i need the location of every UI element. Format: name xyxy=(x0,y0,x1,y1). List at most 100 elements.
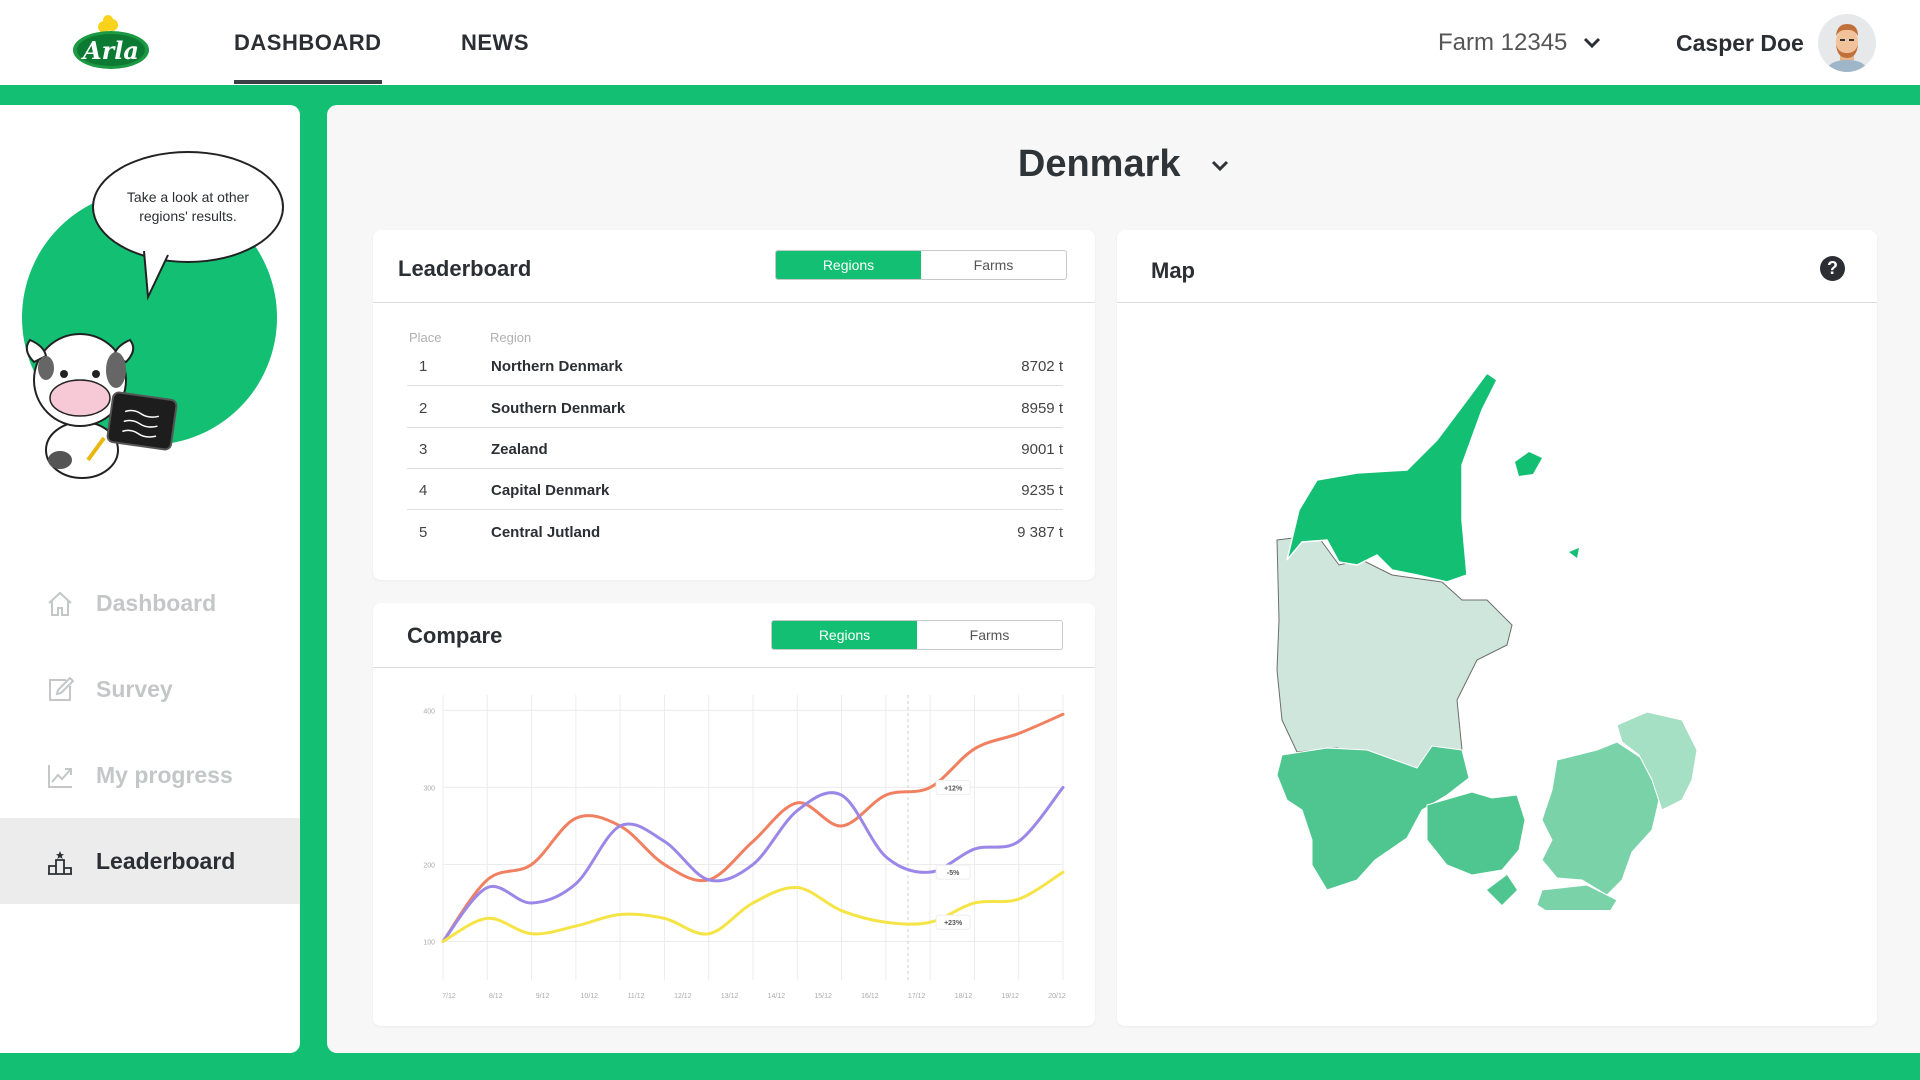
farm-select-label: Farm 12345 xyxy=(1438,29,1568,56)
x-tick-label: 7/12 xyxy=(442,993,456,1000)
toggle-farms[interactable]: Farms xyxy=(921,251,1066,279)
region: Central Jutland xyxy=(491,523,601,541)
podium-icon xyxy=(48,851,72,875)
x-tick-label: 20/12 xyxy=(1048,993,1066,1000)
row-divider xyxy=(407,509,1063,510)
annotation-label: +12% xyxy=(944,785,963,792)
x-tick-label: 12/12 xyxy=(674,993,692,1000)
region: Zealand xyxy=(491,440,548,458)
denmark-map xyxy=(1276,371,1698,910)
place: 2 xyxy=(419,399,428,417)
x-tick-label: 14/12 xyxy=(768,993,786,1000)
value: 9001 t xyxy=(1021,440,1063,458)
country-select[interactable]: Denmark xyxy=(327,143,1920,186)
map-region-zealand[interactable] xyxy=(1541,741,1660,896)
sidebar-item-survey[interactable]: Survey xyxy=(0,646,300,732)
nav-news[interactable]: NEWS xyxy=(461,30,529,56)
country-label: Denmark xyxy=(1017,143,1181,185)
leaderboard-title: Leaderboard xyxy=(398,256,532,281)
sidebar-item-leaderboard[interactable]: Leaderboard xyxy=(0,818,300,904)
sidebar-item-label: My progress xyxy=(96,761,233,788)
x-tick-label: 10/12 xyxy=(581,993,599,1000)
compare-card: Compare Regions Farms 400 300 200 100 7/12 8/… xyxy=(373,603,1095,1026)
trend-icon xyxy=(48,765,72,788)
compare-toggle: Regions Farms xyxy=(771,620,1063,650)
map-island-bornholm-hint[interactable] xyxy=(1487,875,1517,905)
avatar[interactable] xyxy=(1818,14,1876,72)
row-divider xyxy=(407,468,1063,469)
leaderboard-card: Leaderboard Regions Farms Place Region 1… xyxy=(373,230,1095,580)
compare-line-chart: 400 300 200 100 7/12 8/12 9/12 10/12 11/12 12/12 1… xyxy=(423,695,1066,1000)
sidebar-item-dashboard[interactable]: Dashboard xyxy=(0,560,300,646)
main-panel: Denmark Leaderboard Regions Farms Place … xyxy=(327,105,1920,1053)
arla-logo[interactable]: Arla xyxy=(71,15,151,71)
nav-dashboard[interactable]: DASHBOARD xyxy=(234,30,382,84)
speech-bubble: Take a look at other regions' results. xyxy=(92,151,284,263)
table-row[interactable]: 4 Capital Denmark 9235 t xyxy=(407,470,1063,510)
table-row[interactable]: 2 Southern Denmark 8959 t xyxy=(407,388,1063,428)
annotation-label: +23% xyxy=(944,920,963,927)
speech-bubble-text: Take a look at other regions' results. xyxy=(126,189,250,224)
compare-title: Compare xyxy=(407,623,503,648)
home-icon xyxy=(48,591,72,616)
divider xyxy=(1117,302,1877,303)
row-divider xyxy=(407,427,1063,428)
table-row[interactable]: 1 Northern Denmark 8702 t xyxy=(407,346,1063,386)
user-name[interactable]: Casper Doe xyxy=(1676,30,1804,57)
place: 4 xyxy=(419,481,428,499)
column-header-place: Place xyxy=(409,330,442,345)
sidebar-item-label: Leaderboard xyxy=(96,847,236,874)
toggle-regions[interactable]: Regions xyxy=(772,621,917,649)
place: 5 xyxy=(419,523,428,541)
divider xyxy=(373,302,1095,303)
region: Capital Denmark xyxy=(491,481,610,499)
y-tick-label: 400 xyxy=(423,708,435,715)
help-icon[interactable]: ? xyxy=(1820,256,1845,281)
x-tick-label: 8/12 xyxy=(489,993,503,1000)
x-tick-label: 15/12 xyxy=(814,993,832,1000)
value: 8702 t xyxy=(1021,357,1063,375)
row-divider xyxy=(407,385,1063,386)
x-tick-label: 17/12 xyxy=(908,993,926,1000)
speech-bubble-tail xyxy=(143,251,169,301)
x-tick-label: 19/12 xyxy=(1001,993,1019,1000)
y-tick-label: 200 xyxy=(423,862,435,869)
leaderboard-toggle: Regions Farms xyxy=(775,250,1067,280)
map-island-anholt[interactable] xyxy=(1569,548,1579,558)
x-tick-label: 16/12 xyxy=(861,993,879,1000)
value: 9 387 t xyxy=(1017,523,1063,541)
chevron-down-icon xyxy=(1212,160,1229,172)
divider xyxy=(373,667,1095,668)
edit-icon xyxy=(49,676,74,701)
place: 1 xyxy=(419,357,428,375)
region: Southern Denmark xyxy=(491,399,626,417)
x-tick-label: 13/12 xyxy=(721,993,739,1000)
toggle-farms[interactable]: Farms xyxy=(917,621,1062,649)
sidebar-item-my-progress[interactable]: My progress xyxy=(0,732,300,818)
x-tick-label: 9/12 xyxy=(536,993,550,1000)
value: 8959 t xyxy=(1021,399,1063,417)
sidebar-item-label: Survey xyxy=(96,675,173,702)
map-island-funen[interactable] xyxy=(1426,791,1526,876)
sidebar-item-label: Dashboard xyxy=(96,589,217,616)
annotation-label: -5% xyxy=(947,870,960,877)
toggle-regions[interactable]: Regions xyxy=(776,251,921,279)
table-row[interactable]: 5 Central Jutland 9 387 t xyxy=(407,512,1063,552)
y-tick-label: 300 xyxy=(423,785,435,792)
column-header-region: Region xyxy=(490,330,532,345)
sidebar: Take a look at other regions' results. D… xyxy=(0,105,300,1053)
cow-mascot-illustration xyxy=(25,333,178,479)
map-island-laeso[interactable] xyxy=(1515,452,1542,476)
farm-select[interactable]: Farm 12345 xyxy=(1438,29,1601,57)
chevron-down-icon xyxy=(1584,37,1601,49)
x-tick-label: 18/12 xyxy=(955,993,973,1000)
region: Northern Denmark xyxy=(491,357,623,375)
svg-text:Arla: Arla xyxy=(81,36,139,65)
place: 3 xyxy=(419,440,428,458)
value: 9235 t xyxy=(1021,481,1063,499)
x-tick-label: 11/12 xyxy=(628,993,645,1000)
table-row[interactable]: 3 Zealand 9001 t xyxy=(407,429,1063,469)
top-bar: Arla DASHBOARD NEWS Farm 12345 Casper Do… xyxy=(0,0,1920,85)
y-tick-label: 100 xyxy=(423,939,435,946)
map-title: Map xyxy=(1151,258,1195,283)
